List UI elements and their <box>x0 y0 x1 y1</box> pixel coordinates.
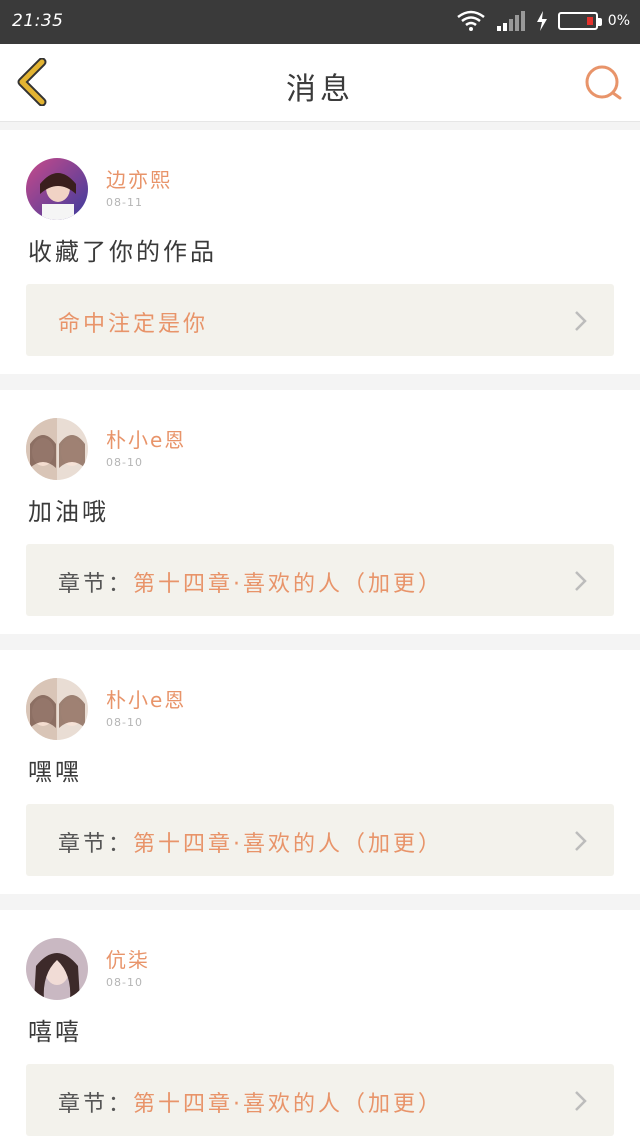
status-bar: 21:35 0% <box>0 0 640 44</box>
link-prefix: 章节： <box>58 1092 134 1117</box>
battery-icon <box>557 12 602 30</box>
link-title: 第十四章·喜欢的人（加更） <box>133 572 444 597</box>
work-link[interactable]: 命中注定是你 <box>26 284 614 356</box>
message-text: 加油哦 <box>28 498 109 526</box>
message-list: 边亦熙 08-11 收藏了你的作品 命中注定是你 朴小e恩 08-10 加油哦 … <box>0 130 640 1138</box>
message-date: 08-11 <box>106 196 143 209</box>
chevron-right-icon <box>575 831 587 851</box>
app-header: 消息 <box>0 44 640 122</box>
status-time: 21:35 <box>12 11 64 31</box>
message-date: 08-10 <box>106 456 143 469</box>
message-text: 嘿嘿 <box>28 758 82 786</box>
message-card: 边亦熙 08-11 收藏了你的作品 命中注定是你 <box>0 130 640 374</box>
message-card: 伉柒 08-10 嘻嘻 章节：第十四章·喜欢的人（加更） <box>0 910 640 1138</box>
chapter-link[interactable]: 章节：第十四章·喜欢的人（加更） <box>26 1064 614 1136</box>
link-text: 章节：第十四章·喜欢的人（加更） <box>58 826 443 858</box>
username[interactable]: 伉柒 <box>106 944 150 973</box>
chapter-link[interactable]: 章节：第十四章·喜欢的人（加更） <box>26 544 614 616</box>
message-text: 收藏了你的作品 <box>28 238 217 266</box>
username[interactable]: 边亦熙 <box>106 164 172 193</box>
search-icon <box>585 65 622 100</box>
signal-icon <box>496 11 525 31</box>
link-prefix: 章节： <box>58 832 134 857</box>
avatar[interactable] <box>26 418 88 480</box>
chevron-right-icon <box>575 1091 587 1111</box>
username[interactable]: 朴小e恩 <box>106 684 186 713</box>
message-card: 朴小e恩 08-10 加油哦 章节：第十四章·喜欢的人（加更） <box>0 390 640 634</box>
chapter-link[interactable]: 章节：第十四章·喜欢的人（加更） <box>26 804 614 876</box>
avatar[interactable] <box>26 938 88 1000</box>
message-date: 08-10 <box>106 716 143 729</box>
message-date: 08-10 <box>106 976 143 989</box>
link-title: 命中注定是你 <box>58 312 209 337</box>
page-title: 消息 <box>286 72 354 107</box>
message-text: 嘻嘻 <box>28 1018 82 1046</box>
chevron-right-icon <box>575 311 587 331</box>
link-title: 第十四章·喜欢的人（加更） <box>133 1092 444 1117</box>
link-text: 命中注定是你 <box>58 306 208 338</box>
battery-level: 0% <box>607 13 630 29</box>
search-button[interactable] <box>582 62 626 106</box>
username[interactable]: 朴小e恩 <box>106 424 186 453</box>
link-prefix: 章节： <box>58 572 134 597</box>
charging-icon <box>536 11 547 31</box>
status-icons: 0% <box>456 10 630 32</box>
link-text: 章节：第十四章·喜欢的人（加更） <box>58 566 443 598</box>
avatar[interactable] <box>26 158 88 220</box>
link-title: 第十四章·喜欢的人（加更） <box>133 832 444 857</box>
link-text: 章节：第十四章·喜欢的人（加更） <box>58 1086 443 1118</box>
avatar[interactable] <box>26 678 88 740</box>
wifi-icon <box>457 10 485 31</box>
message-card: 朴小e恩 08-10 嘿嘿 章节：第十四章·喜欢的人（加更） <box>0 650 640 894</box>
chevron-right-icon <box>575 571 587 591</box>
